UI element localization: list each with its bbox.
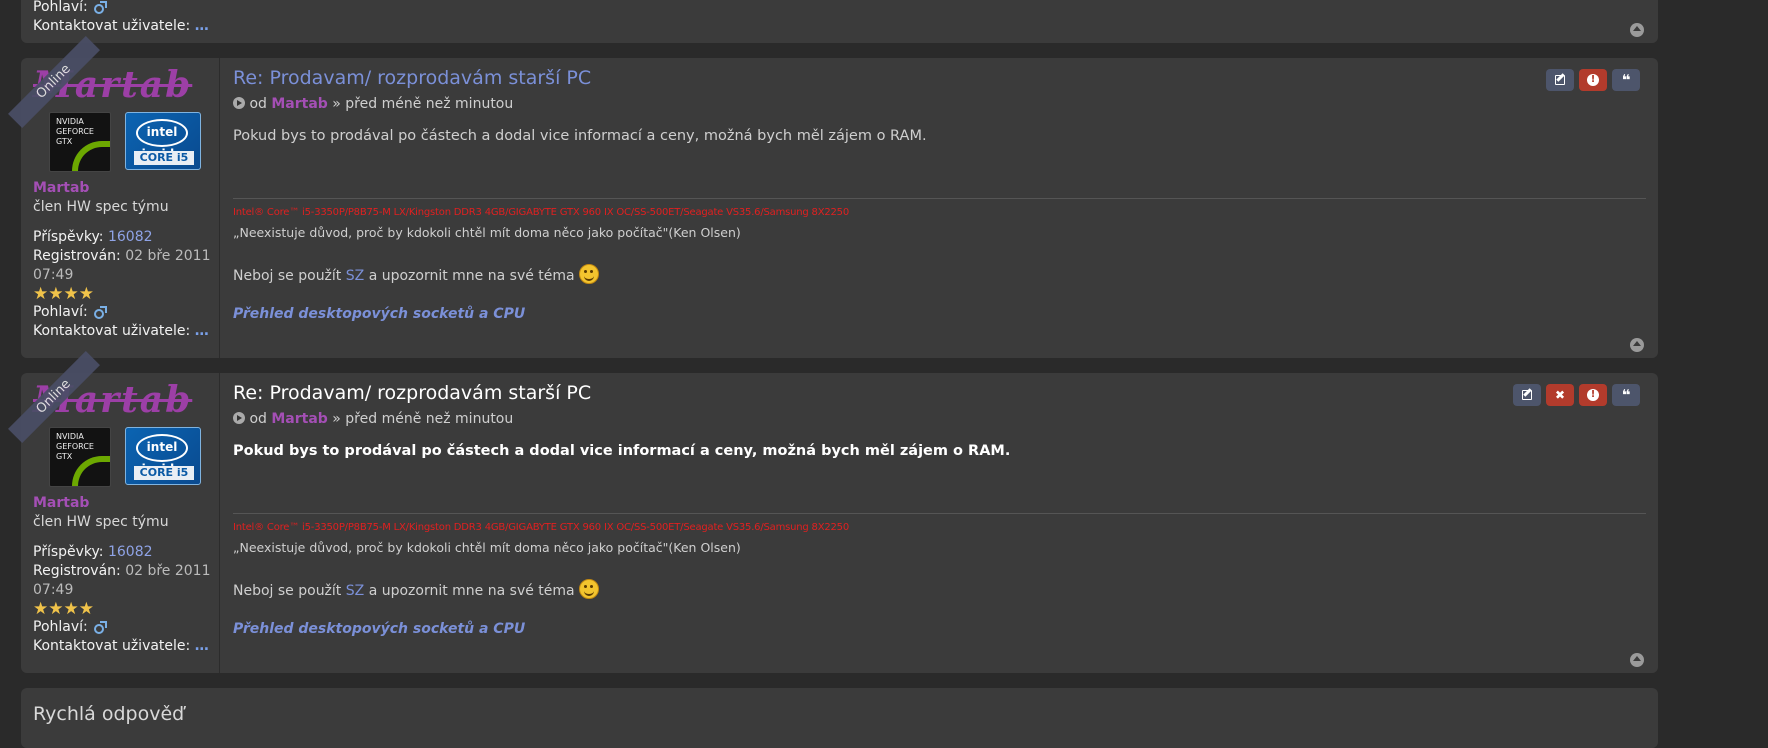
quick-reply-panel: Rychlá odpověď [21,688,1658,748]
post-title[interactable]: Re: Prodavam/ rozprodavám starší PC [233,382,591,404]
signature-text-post: a upozornit mne na své téma [368,268,575,284]
back-to-top-icon[interactable] [1630,23,1644,37]
report-button[interactable]: ! [1579,69,1607,91]
sz-link[interactable]: SZ [346,268,364,284]
rank-title: člen HW spec týmu [33,514,169,530]
signature-line: Neboj se použít SZ a upozornit mne na sv… [233,264,600,284]
signature-text-post: a upozornit mne na své téma [368,583,575,599]
contact-user-dots[interactable]: … [195,638,210,654]
intel-logo-icon: intel inside [136,119,188,161]
posts-count-label: Příspěvky: [33,229,104,245]
smiley-icon [579,579,600,599]
report-button[interactable]: ! [1579,384,1607,406]
contact-user-dots[interactable]: … [195,323,210,339]
contact-label: Kontaktovat uživatele: [33,323,191,339]
post-author[interactable]: Martab [271,411,327,427]
intel-core-label: CORE i5 [134,466,194,480]
intel-core-label: CORE i5 [134,151,194,165]
geforce-gtx-badge: NVIDIA GEFORCE GTX [49,427,111,487]
post-partial-top: Pohlaví: Kontaktovat uživatele: … [21,0,1658,43]
gender-label: Pohlaví: [33,0,88,15]
contact-user-dots[interactable]: … [195,18,210,34]
edit-icon [1555,75,1565,85]
posts-count-link[interactable]: 16082 [108,229,153,245]
post-time: » před méně než minutou [332,411,514,427]
intel-core-badge: intel inside CORE i5 [125,112,201,170]
signature-divider [233,198,1646,199]
back-to-top-icon[interactable] [1630,653,1644,667]
profile-details: Příspěvky: 16082 Registrován: 02 bře 201… [33,543,213,656]
post-profile: Martab Online NVIDIA GEFORCE GTX intel i… [8,351,220,673]
edit-button[interactable] [1513,384,1541,406]
registered-label: Registrován: [33,563,121,579]
post: Martab Online NVIDIA GEFORCE GTX intel i… [8,351,1658,673]
edit-icon [1522,390,1532,400]
signature-hardware: Intel® Core™ i5-3350P/P8B75-M LX/Kingsto… [233,207,850,218]
view-post-icon[interactable] [233,97,245,109]
male-gender-icon [92,306,108,319]
quote-icon: ❝ [1621,386,1631,404]
rank-stars: ★★★★ [33,284,94,304]
posts-count-label: Příspěvky: [33,544,104,560]
post-actions: ✖ ! ❝ [1513,384,1640,406]
intel-core-badge: intel inside CORE i5 [125,427,201,485]
rank-stars: ★★★★ [33,599,94,619]
signature-text-pre: Neboj se použít [233,583,342,599]
contact-label: Kontaktovat uživatele: [33,18,191,34]
profile-username[interactable]: Martab [33,180,89,196]
nvidia-swirl-icon [72,141,110,171]
post-content: Pokud bys to prodával po částech a dodal… [233,443,1011,459]
signature-line: Neboj se použít SZ a upozornit mne na sv… [233,579,600,599]
quote-icon: ❝ [1621,71,1631,89]
contact-label: Kontaktovat uživatele: [33,638,191,654]
by-label: od [249,411,267,427]
quote-button[interactable]: ❝ [1612,384,1640,406]
post-byline: od Martab » před méně než minutou [233,411,513,427]
close-icon: ✖ [1554,388,1566,402]
signature-hardware: Intel® Core™ i5-3350P/P8B75-M LX/Kingsto… [233,522,850,533]
geforce-gtx-badge: NVIDIA GEFORCE GTX [49,112,111,172]
view-post-icon[interactable] [233,412,245,424]
profile-username[interactable]: Martab [33,495,89,511]
edit-button[interactable] [1546,69,1574,91]
male-gender-icon [92,1,108,14]
rank-title: člen HW spec týmu [33,199,169,215]
post-body: Re: Prodavam/ rozprodavám starší PC od M… [233,373,1646,673]
profile-details: Příspěvky: 16082 Registrován: 02 bře 201… [33,228,213,341]
sz-link[interactable]: SZ [346,583,364,599]
profile-info-partial: Pohlaví: Kontaktovat uživatele: … [33,0,210,36]
sockets-cpu-link[interactable]: Přehled desktopových socketů a CPU [233,621,525,637]
intel-logo-icon: intel inside [136,434,188,476]
signature-text-pre: Neboj se použít [233,268,342,284]
post-actions: ! ❝ [1546,69,1640,91]
back-to-top-icon[interactable] [1630,338,1644,352]
signature-divider [233,513,1646,514]
gender-label: Pohlaví: [33,304,88,320]
delete-button[interactable]: ✖ [1546,384,1574,406]
post-body: Re: Prodavam/ rozprodavám starší PC od M… [233,58,1646,358]
signature-quote: „Neexistuje důvod, proč by kdokoli chtěl… [233,540,741,555]
post-profile: Martab Online NVIDIA GEFORCE GTX intel i… [8,36,220,358]
warning-icon: ! [1587,74,1599,86]
post-title[interactable]: Re: Prodavam/ rozprodavám starší PC [233,67,591,89]
nvidia-swirl-icon [72,456,110,486]
by-label: od [249,96,267,112]
post: Martab Online NVIDIA GEFORCE GTX intel i… [8,36,1658,358]
post-author[interactable]: Martab [271,96,327,112]
sockets-cpu-link[interactable]: Přehled desktopových socketů a CPU [233,306,525,322]
post-byline: od Martab » před méně než minutou [233,96,513,112]
gender-label: Pohlaví: [33,619,88,635]
quick-reply-title: Rychlá odpověď [33,703,185,725]
signature-quote: „Neexistuje důvod, proč by kdokoli chtěl… [233,225,741,240]
male-gender-icon [92,621,108,634]
smiley-icon [579,264,600,284]
registered-label: Registrován: [33,248,121,264]
post-content: Pokud bys to prodával po částech a dodal… [233,128,927,144]
gtx-badge-text: NVIDIA GEFORCE GTX [56,432,94,461]
warning-icon: ! [1587,389,1599,401]
gtx-badge-text: NVIDIA GEFORCE GTX [56,117,94,146]
post-time: » před méně než minutou [332,96,514,112]
posts-count-link[interactable]: 16082 [108,544,153,560]
quote-button[interactable]: ❝ [1612,69,1640,91]
